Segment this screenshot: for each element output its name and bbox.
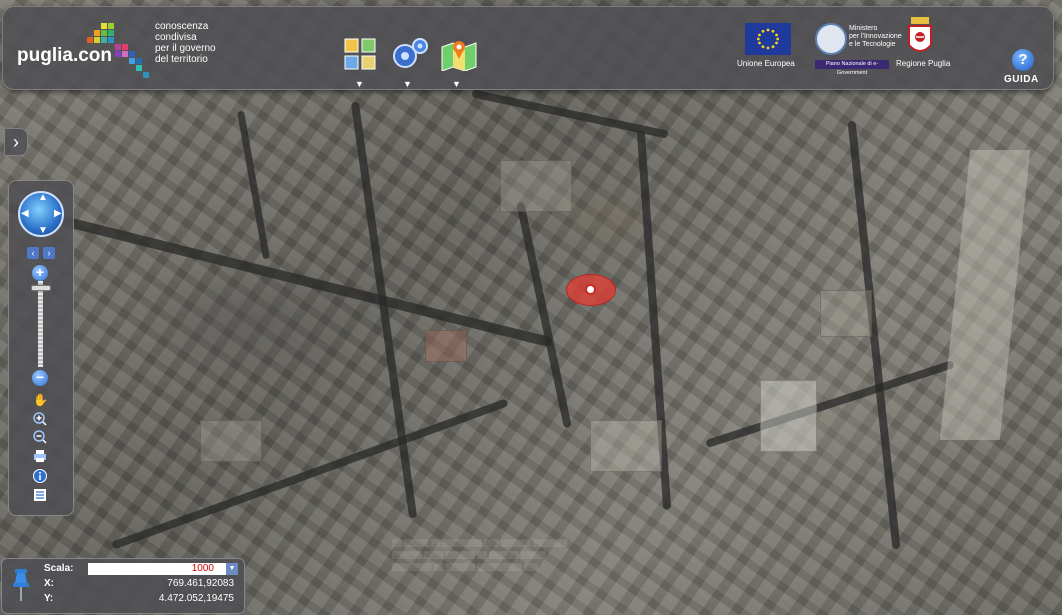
piazza	[939, 150, 1031, 440]
eu-flag-icon	[745, 23, 791, 55]
ministry-line: e le Tecnologie	[849, 41, 896, 48]
street	[7, 202, 553, 348]
map-tool-button[interactable]: ▼	[440, 37, 477, 89]
coordinates-panel: Scala: 1000 ▼ X: 769.461,92083 Y: 4.472.…	[1, 558, 245, 614]
x-coordinate-value: 769.461,92083	[167, 578, 234, 589]
logo-tagline: conoscenza condivisa per il governo del …	[155, 21, 245, 65]
pan-up-icon[interactable]: ▲	[38, 192, 48, 203]
tagline-line: conoscenza	[155, 21, 209, 32]
pugliacon-logo-icon	[87, 23, 149, 78]
layers-grid-icon	[344, 38, 376, 70]
street	[237, 110, 270, 260]
scale-label: Scala:	[44, 563, 74, 574]
building	[500, 160, 572, 212]
satellite-map[interactable]: ▒▒ ▒▒▒▒▒ ▒▒ ▒▒▒▒▒▒▒▒ ▒▒▒ ▒▒▒▒▒▒ ▒▒▒▒▒▒▒ ▒…	[0, 0, 1062, 615]
pan-left-icon[interactable]: ◀	[21, 208, 29, 219]
tagline-line: del territorio	[155, 54, 208, 65]
ministry-seal-icon	[815, 23, 847, 55]
tagline-line: condivisa	[155, 32, 197, 43]
pan-globe-control[interactable]: ▲ ▼ ◀ ▶	[18, 191, 64, 237]
ministry-line: Ministero	[849, 25, 878, 32]
scale-input[interactable]: 1000	[88, 563, 228, 575]
region-label: Regione Puglia	[896, 59, 951, 68]
chevron-down-icon[interactable]: ▼	[403, 79, 412, 89]
zoom-out-box-icon[interactable]	[33, 430, 47, 444]
help-icon[interactable]: ?	[1012, 49, 1034, 71]
eu-label: Unione Europea	[737, 59, 795, 68]
pushpin-icon	[13, 569, 29, 601]
previous-extent-button[interactable]: ‹	[27, 247, 39, 259]
pan-right-icon[interactable]: ▶	[54, 208, 62, 219]
building	[590, 420, 662, 472]
chevron-down-icon[interactable]: ▼	[452, 79, 461, 89]
x-label: X:	[44, 578, 54, 589]
marker-center-dot	[587, 286, 594, 293]
tagline-line: per il governo	[155, 43, 216, 54]
gears-icon	[393, 38, 428, 68]
hand-icon[interactable]: ✋	[33, 393, 48, 407]
regione-puglia-crest-icon	[908, 17, 932, 52]
layers-tool-button[interactable]: ▼	[343, 37, 379, 89]
street	[111, 398, 509, 550]
side-panel-toggle-button[interactable]: ›	[4, 128, 28, 156]
scale-dropdown-icon[interactable]: ▼	[226, 563, 238, 575]
legend-icon[interactable]	[33, 488, 47, 502]
street	[705, 360, 955, 448]
guide-button[interactable]: GUIDA	[1004, 74, 1039, 85]
map-navigation-panel: ▲ ▼ ◀ ▶ ‹ › + − ✋	[8, 180, 74, 516]
zoom-in-button[interactable]: +	[32, 265, 48, 281]
info-icon[interactable]	[33, 469, 47, 483]
zoom-slider-track[interactable]	[38, 281, 43, 367]
top-toolbar: puglia.con conoscenza condivisa per il g…	[2, 6, 1054, 90]
ministry-label: Ministero per l'Innovazione e le Tecnolo…	[849, 25, 909, 49]
zoom-out-button[interactable]: −	[32, 370, 48, 386]
print-icon[interactable]	[33, 449, 47, 463]
ministry-line: per l'Innovazione	[849, 33, 902, 40]
building	[760, 380, 817, 452]
street	[516, 201, 572, 429]
building	[200, 420, 262, 462]
map-pin-icon	[441, 41, 477, 72]
next-extent-button[interactable]: ›	[43, 247, 55, 259]
zoom-in-box-icon[interactable]	[33, 412, 47, 426]
egov-plan-badge: Piano Nazionale di e-Government	[815, 60, 889, 76]
location-marker[interactable]	[566, 274, 616, 306]
building	[425, 330, 467, 362]
zoom-slider-thumb[interactable]	[31, 285, 51, 291]
map-attribution-watermark: ▒▒ ▒▒▒▒▒ ▒▒ ▒▒▒▒▒▒▒▒ ▒▒▒ ▒▒▒▒▒▒ ▒▒▒▒▒▒▒ ▒…	[392, 540, 568, 571]
chevron-down-icon[interactable]: ▼	[355, 79, 364, 89]
settings-tool-button[interactable]: ▼	[391, 37, 428, 89]
building	[820, 290, 872, 337]
y-label: Y:	[44, 593, 54, 604]
y-coordinate-value: 4.472.052,19475	[158, 593, 234, 604]
pan-down-icon[interactable]: ▼	[38, 225, 48, 236]
